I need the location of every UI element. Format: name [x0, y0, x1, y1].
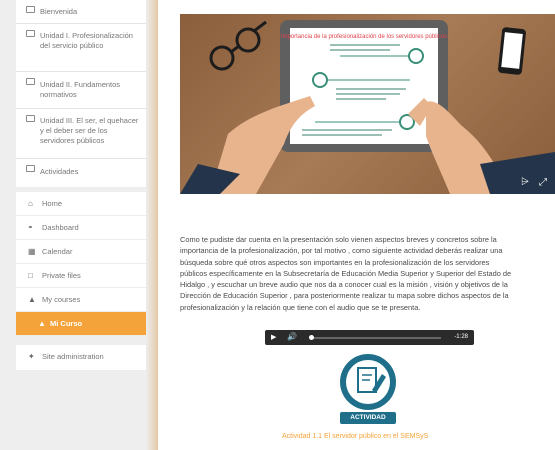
- paragraph-line: profesionalización y la relación que tie…: [180, 302, 421, 312]
- section-unidad-3[interactable]: Unidad III. El ser, el quehacer y el deb…: [16, 109, 147, 159]
- calendar-icon: ▦: [28, 247, 36, 256]
- file-icon: □: [28, 271, 33, 280]
- folder-icon: [26, 30, 35, 37]
- sidebar: Bienvenida Unidad I. Profesionalización …: [0, 0, 158, 450]
- progress-track[interactable]: [311, 337, 441, 339]
- fullscreen-icon[interactable]: ⤢: [539, 177, 547, 188]
- home-icon: ⌂: [28, 199, 33, 208]
- paragraph-line: búsqueda sobre qué otros aspectos son im…: [180, 257, 490, 267]
- section-label: Unidad I. Profesionalización del servici…: [40, 31, 133, 50]
- svg-text:Importancia de la profesionali: Importancia de la profesionalización de …: [281, 34, 447, 40]
- audio-player: ▶ 🔊 -1:28: [265, 330, 474, 345]
- activity-description: Como te pudiste dar cuenta en la present…: [180, 234, 555, 313]
- nav-home[interactable]: ⌂ Home: [16, 192, 147, 216]
- nav-label: Dashboard: [42, 223, 79, 232]
- time-remaining: -1:28: [454, 334, 468, 340]
- share-icon[interactable]: ⩥: [521, 177, 529, 188]
- graduation-cap-icon: ▲: [28, 295, 36, 304]
- presentation-video[interactable]: Importancia de la profesionalización de …: [180, 14, 555, 194]
- dashboard-icon: ◓: [28, 223, 33, 232]
- wrench-icon: ✦: [28, 352, 35, 361]
- activity-caption[interactable]: Actividad 1.1 El servidor público en el …: [282, 433, 428, 440]
- nav-label: Calendar: [42, 247, 73, 256]
- section-label: Unidad III. El ser, el quehacer y el deb…: [40, 116, 139, 145]
- paragraph-line: Como te pudiste dar cuenta en la present…: [180, 235, 497, 244]
- course-sections-block: Bienvenida Unidad I. Profesionalización …: [16, 0, 147, 187]
- activity-badge-label: ACTIVIDAD: [340, 412, 396, 424]
- nav-site-administration[interactable]: ✦ Site administration: [16, 345, 147, 369]
- section-label: Unidad II. Fundamentos normativos: [40, 80, 121, 99]
- activity-badge: ACTIVIDAD: [336, 352, 400, 426]
- video-illustration: Importancia de la profesionalización de …: [180, 20, 555, 194]
- section-bienvenida[interactable]: Bienvenida: [16, 0, 147, 24]
- play-icon[interactable]: ▶: [271, 333, 276, 341]
- paragraph-line: Dirección de Educación Superior , para p…: [180, 291, 509, 301]
- nav-label: Home: [42, 199, 63, 208]
- section-unidad-2[interactable]: Unidad II. Fundamentos normativos: [16, 72, 147, 109]
- folder-icon: [26, 115, 35, 122]
- navigation-block: ⌂ Home ◓ Dashboard ▦ Calendar □ Private …: [16, 192, 147, 336]
- paragraph-line: Hidalgo , y escuchar un breve audio que …: [180, 280, 508, 290]
- glasses-icon: [209, 20, 267, 71]
- nav-my-courses[interactable]: ▲ My courses: [16, 288, 147, 312]
- nav-label: Private files: [42, 271, 81, 280]
- folder-icon: [26, 78, 35, 85]
- section-label: Actividades: [40, 167, 79, 176]
- nav-label: Mi Curso: [50, 319, 83, 328]
- volume-icon[interactable]: 🔊: [287, 332, 297, 341]
- pencil-paper-icon: [340, 354, 396, 410]
- admin-block: ✦ Site administration: [16, 345, 147, 370]
- section-unidad-1[interactable]: Unidad I. Profesionalización del servici…: [16, 24, 147, 72]
- graduation-cap-icon: ▲: [38, 319, 46, 328]
- progress-handle[interactable]: [309, 335, 314, 340]
- folder-icon: [26, 6, 35, 13]
- nav-private-files[interactable]: □ Private files: [16, 264, 147, 288]
- phone-icon: [498, 27, 526, 75]
- nav-mi-curso[interactable]: ▲ Mi Curso: [16, 312, 147, 336]
- section-label: Bienvenida: [40, 7, 78, 16]
- paragraph-line: públicos específicamente en la Subsecret…: [180, 268, 512, 278]
- nav-calendar[interactable]: ▦ Calendar: [16, 240, 147, 264]
- section-actividades[interactable]: Actividades: [16, 159, 147, 187]
- paragraph-line: importancia de la profesionalización, po…: [180, 246, 503, 256]
- nav-dashboard[interactable]: ◓ Dashboard: [16, 216, 147, 240]
- nav-label: Site administration: [42, 352, 104, 361]
- folder-icon: [26, 165, 35, 172]
- nav-label: My courses: [42, 295, 81, 304]
